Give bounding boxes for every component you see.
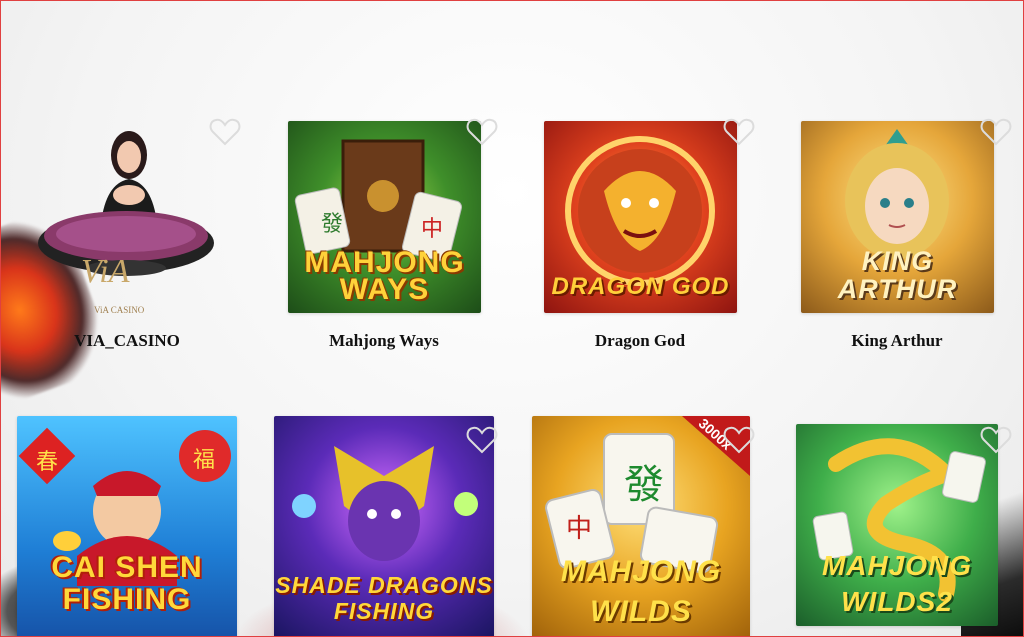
game-thumbnail[interactable]: MAHJONG WILDS2 [796, 424, 998, 626]
art-title: SHADE DRAGONS FISHING [275, 572, 493, 624]
game-thumbnail[interactable]: SHADE DRAGONS FISHING [274, 416, 494, 636]
art-title: CAI SHEN FISHING [51, 551, 203, 616]
tile-glyph: 中 [566, 514, 593, 544]
game-thumbnail[interactable]: DRAGON GOD [544, 121, 737, 313]
heart-outline-icon[interactable] [980, 117, 1012, 147]
heart-outline-icon[interactable] [466, 425, 498, 455]
game-thumbnail[interactable]: ViA ViA CASINO [31, 113, 221, 318]
art-title: MAHJONG WILDS [560, 555, 722, 628]
game-name[interactable]: King Arthur [777, 331, 1017, 351]
heart-outline-icon[interactable] [723, 425, 755, 455]
art-title: MAHJONG WAYS [304, 246, 465, 306]
heart-outline-icon[interactable] [723, 117, 755, 147]
art-glyph: 福 [193, 448, 216, 473]
art-title: KING ARTHUR [837, 246, 958, 304]
via-logo-subtext: ViA CASINO [94, 305, 145, 315]
tile-glyph: 發 [624, 462, 664, 508]
game-thumbnail[interactable]: KING ARTHUR [801, 121, 994, 313]
heart-outline-icon[interactable] [980, 425, 1012, 455]
art-title: MAHJONG WILDS2 [821, 550, 973, 617]
art-title: DRAGON GOD [551, 273, 730, 300]
heart-outline-icon[interactable] [209, 117, 241, 147]
game-name[interactable]: VIA_CASINO [7, 331, 247, 351]
game-name[interactable]: Dragon God [520, 331, 760, 351]
svg-text:中: 中 [421, 217, 443, 242]
game-thumbnail[interactable]: 發 中 MAHJONG WAYS [288, 121, 481, 313]
game-name[interactable]: Mahjong Ways [264, 331, 504, 351]
game-grid-panel: ViA ViA CASINO VIA_CASINO 發 中 MAHJONG WA… [0, 0, 1024, 637]
game-thumbnail[interactable]: 發 中 3000x MAHJONG WILDS [532, 416, 750, 636]
heart-outline-icon[interactable] [466, 117, 498, 147]
svg-text:發: 發 [321, 212, 343, 237]
via-logo-text: ViA [81, 253, 130, 290]
art-glyph: 春 [36, 450, 59, 475]
game-thumbnail[interactable]: 春 福 CAI SHEN FISHING [17, 416, 237, 636]
